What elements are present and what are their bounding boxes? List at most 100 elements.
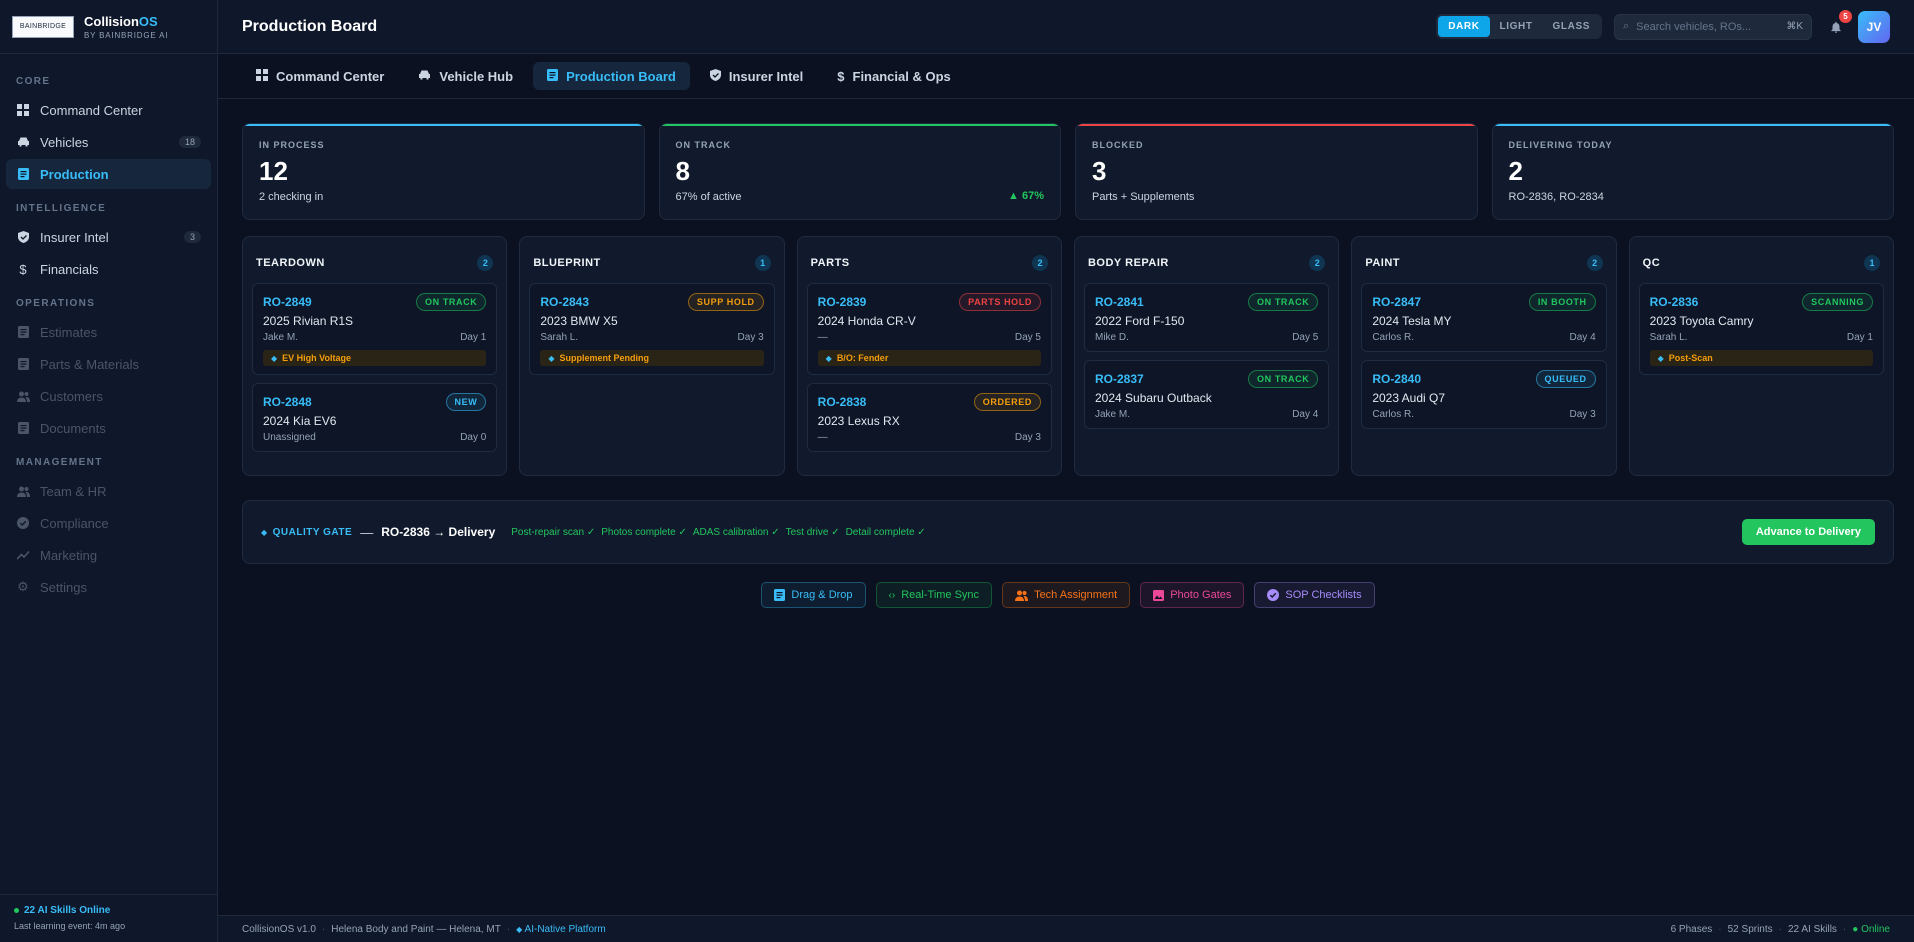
gear-icon: ⚙ xyxy=(17,579,29,594)
sidebar-item-label: Estimates xyxy=(40,324,98,340)
board-column-blueprint: BLUEPRINT 1 RO-2843 SUPP HOLD 2023 BMW X5 Sar… xyxy=(519,236,785,476)
theme-light-button[interactable]: LIGHT xyxy=(1490,16,1543,37)
ro-number[interactable]: RO-2840 xyxy=(1372,372,1421,386)
column-header: QC 1 xyxy=(1639,247,1884,275)
sidebar-section-core: CORE xyxy=(16,76,51,87)
sidebar-item-vehicles[interactable]: Vehicles 18 xyxy=(6,127,211,157)
column-count: 1 xyxy=(1863,255,1880,271)
feature-chip-sop-checklists[interactable]: SOP Checklists xyxy=(1254,582,1375,608)
ro-number[interactable]: RO-2836 xyxy=(1650,295,1699,309)
users-icon xyxy=(1015,590,1029,601)
image-icon xyxy=(1153,589,1165,601)
column-count: 2 xyxy=(477,255,494,271)
ro-card[interactable]: RO-2838 ORDERED 2023 Lexus RX — Day 3 xyxy=(806,383,1052,452)
shield-icon xyxy=(709,68,721,84)
alert-text: Supplement Pending xyxy=(559,353,649,363)
tab-insurer-intel[interactable]: Insurer Intel xyxy=(696,62,817,90)
tab-financial-and-ops[interactable]: $ Financial & Ops xyxy=(823,62,964,90)
ro-card[interactable]: RO-2840 QUEUED 2023 Audi Q7 Carlos R. Day 3 xyxy=(1361,360,1607,429)
quality-check-item: ADAS calibration ✓ xyxy=(692,526,780,538)
ro-number[interactable]: RO-2847 xyxy=(1372,295,1421,309)
tab-vehicle-hub[interactable]: Vehicle Hub xyxy=(404,62,527,90)
ro-card[interactable]: RO-2843 SUPP HOLD 2023 BMW X5 Sarah L. Day 3… xyxy=(529,283,775,375)
ro-card[interactable]: RO-2836 SCANNING 2023 Toyota Camry Sarah L.… xyxy=(1638,283,1884,375)
ro-card[interactable]: RO-2847 IN BOOTH 2024 Tesla MY Carlos R. Day… xyxy=(1361,283,1607,352)
stat-value: 2 xyxy=(1508,156,1523,186)
day-count: Day 3 xyxy=(1014,432,1041,443)
ai-skills-status: 22 AI Skills Online xyxy=(24,905,111,916)
feature-chip-tech-assignment[interactable]: Tech Assignment xyxy=(1002,582,1131,608)
search-input[interactable]: ⌕ Search vehicles, ROs... ⌘K xyxy=(1614,13,1812,40)
ro-number[interactable]: RO-2843 xyxy=(540,295,589,309)
ro-number[interactable]: RO-2849 xyxy=(263,295,312,309)
ro-number[interactable]: RO-2848 xyxy=(263,395,312,409)
ro-card[interactable]: RO-2849 ON TRACK 2025 Rivian R1S Jake M. Day… xyxy=(252,283,498,375)
notification-badge: 5 xyxy=(1839,9,1852,23)
sidebar-item-estimates[interactable]: Estimates xyxy=(6,317,211,347)
sidebar-item-marketing[interactable]: Marketing xyxy=(6,540,211,570)
sidebar-item-label: Team & HR xyxy=(40,483,107,499)
ro-card[interactable]: RO-2848 NEW 2024 Kia EV6 Unassigned Day 0 xyxy=(252,383,498,452)
footer-shop: Helena Body and Paint — Helena, MT xyxy=(331,923,501,935)
column-count: 2 xyxy=(1586,255,1603,271)
sidebar-item-team-and-hr[interactable]: Team & HR xyxy=(6,476,211,506)
tab-production-board[interactable]: Production Board xyxy=(533,62,690,90)
feature-label: SOP Checklists xyxy=(1285,589,1362,601)
advance-to-delivery-button[interactable]: Advance to Delivery xyxy=(1741,519,1875,545)
sidebar-item-label: Production xyxy=(40,166,109,182)
sidebar-item-label: Command Center xyxy=(40,102,143,118)
stat-accent-bar xyxy=(243,124,644,126)
day-count: Day 3 xyxy=(737,332,764,343)
grid-icon xyxy=(256,68,268,84)
ro-card[interactable]: RO-2841 ON TRACK 2022 Ford F-150 Mike D. Day… xyxy=(1083,283,1330,352)
ro-card[interactable]: RO-2839 PARTS HOLD 2024 Honda CR-V — Day 5 ◆ B… xyxy=(806,283,1052,375)
sidebar-item-financials[interactable]: $ Financials xyxy=(6,254,211,284)
sidebar-item-label: Settings xyxy=(40,579,87,595)
quality-check-item: Photos complete ✓ xyxy=(601,526,687,538)
tech-name: Sarah L. xyxy=(540,332,579,343)
document-icon xyxy=(16,421,30,435)
column-header: TEARDOWN 2 xyxy=(252,247,497,275)
tab-command-center[interactable]: Command Center xyxy=(242,62,398,90)
sidebar-item-production[interactable]: Production xyxy=(6,159,211,189)
ro-card[interactable]: RO-2837 ON TRACK 2024 Subaru Outback Jake M… xyxy=(1083,360,1330,429)
grid-icon xyxy=(16,103,30,117)
column-name: BLUEPRINT xyxy=(533,257,601,269)
quality-gate-dash: — xyxy=(360,524,374,540)
ro-number[interactable]: RO-2837 xyxy=(1095,372,1144,386)
feature-chip-photo-gates[interactable]: Photo Gates xyxy=(1140,582,1245,608)
sidebar-item-settings[interactable]: ⚙ Settings xyxy=(6,572,211,602)
feature-chip-real-time-sync[interactable]: ‹› Real-Time Sync xyxy=(875,582,993,608)
diamond-icon: ◆ xyxy=(1657,353,1664,363)
sidebar-item-insurer-intel[interactable]: Insurer Intel 3 xyxy=(6,222,211,252)
card-alert-tag: ◆ Post-Scan xyxy=(1649,350,1873,366)
ro-number[interactable]: RO-2841 xyxy=(1095,295,1144,309)
sidebar-item-customers[interactable]: Customers xyxy=(6,381,211,411)
sidebar-item-command-center[interactable]: Command Center xyxy=(6,95,211,125)
footer-version: CollisionOS v1.0 xyxy=(242,923,316,935)
sidebar-item-documents[interactable]: Documents xyxy=(6,413,211,443)
theme-glass-button[interactable]: GLASS xyxy=(1543,16,1600,37)
ro-number[interactable]: RO-2838 xyxy=(818,395,867,409)
theme-dark-button[interactable]: DARK xyxy=(1438,16,1490,37)
ro-number[interactable]: RO-2839 xyxy=(818,295,867,309)
vehicle-name: 2024 Kia EV6 xyxy=(263,414,337,428)
theme-switcher: DARK LIGHT GLASS xyxy=(1436,14,1602,39)
diamond-icon: ◆ xyxy=(271,353,278,363)
feature-chips: Drag & Drop ‹› Real-Time Sync Tech Assignme… xyxy=(242,582,1894,608)
status-badge: ORDERED xyxy=(973,393,1041,411)
feature-chip-drag-and-drop[interactable]: Drag & Drop xyxy=(761,582,866,608)
sidebar-item-compliance[interactable]: Compliance xyxy=(6,508,211,538)
sidebar-item-parts-and-materials[interactable]: Parts & Materials xyxy=(6,349,211,379)
notifications-button[interactable]: 5 xyxy=(1824,9,1852,39)
stat-accent-bar xyxy=(1492,124,1893,126)
board-icon xyxy=(774,589,786,601)
column-name: BODY REPAIR xyxy=(1087,257,1169,269)
feature-label: Real-Time Sync xyxy=(901,589,980,601)
brand[interactable]: BAINBRIDGE CollisionOS BY BAINBRIDGE AI xyxy=(0,0,217,54)
column-count: 2 xyxy=(1309,255,1326,271)
avatar[interactable]: JV xyxy=(1858,10,1890,43)
sidebar-item-label: Insurer Intel xyxy=(40,229,109,245)
board-column-qc: QC 1 RO-2836 SCANNING 2023 Toyota Camry Sarah… xyxy=(1628,236,1894,476)
sidebar-item-label: Customers xyxy=(40,388,103,404)
